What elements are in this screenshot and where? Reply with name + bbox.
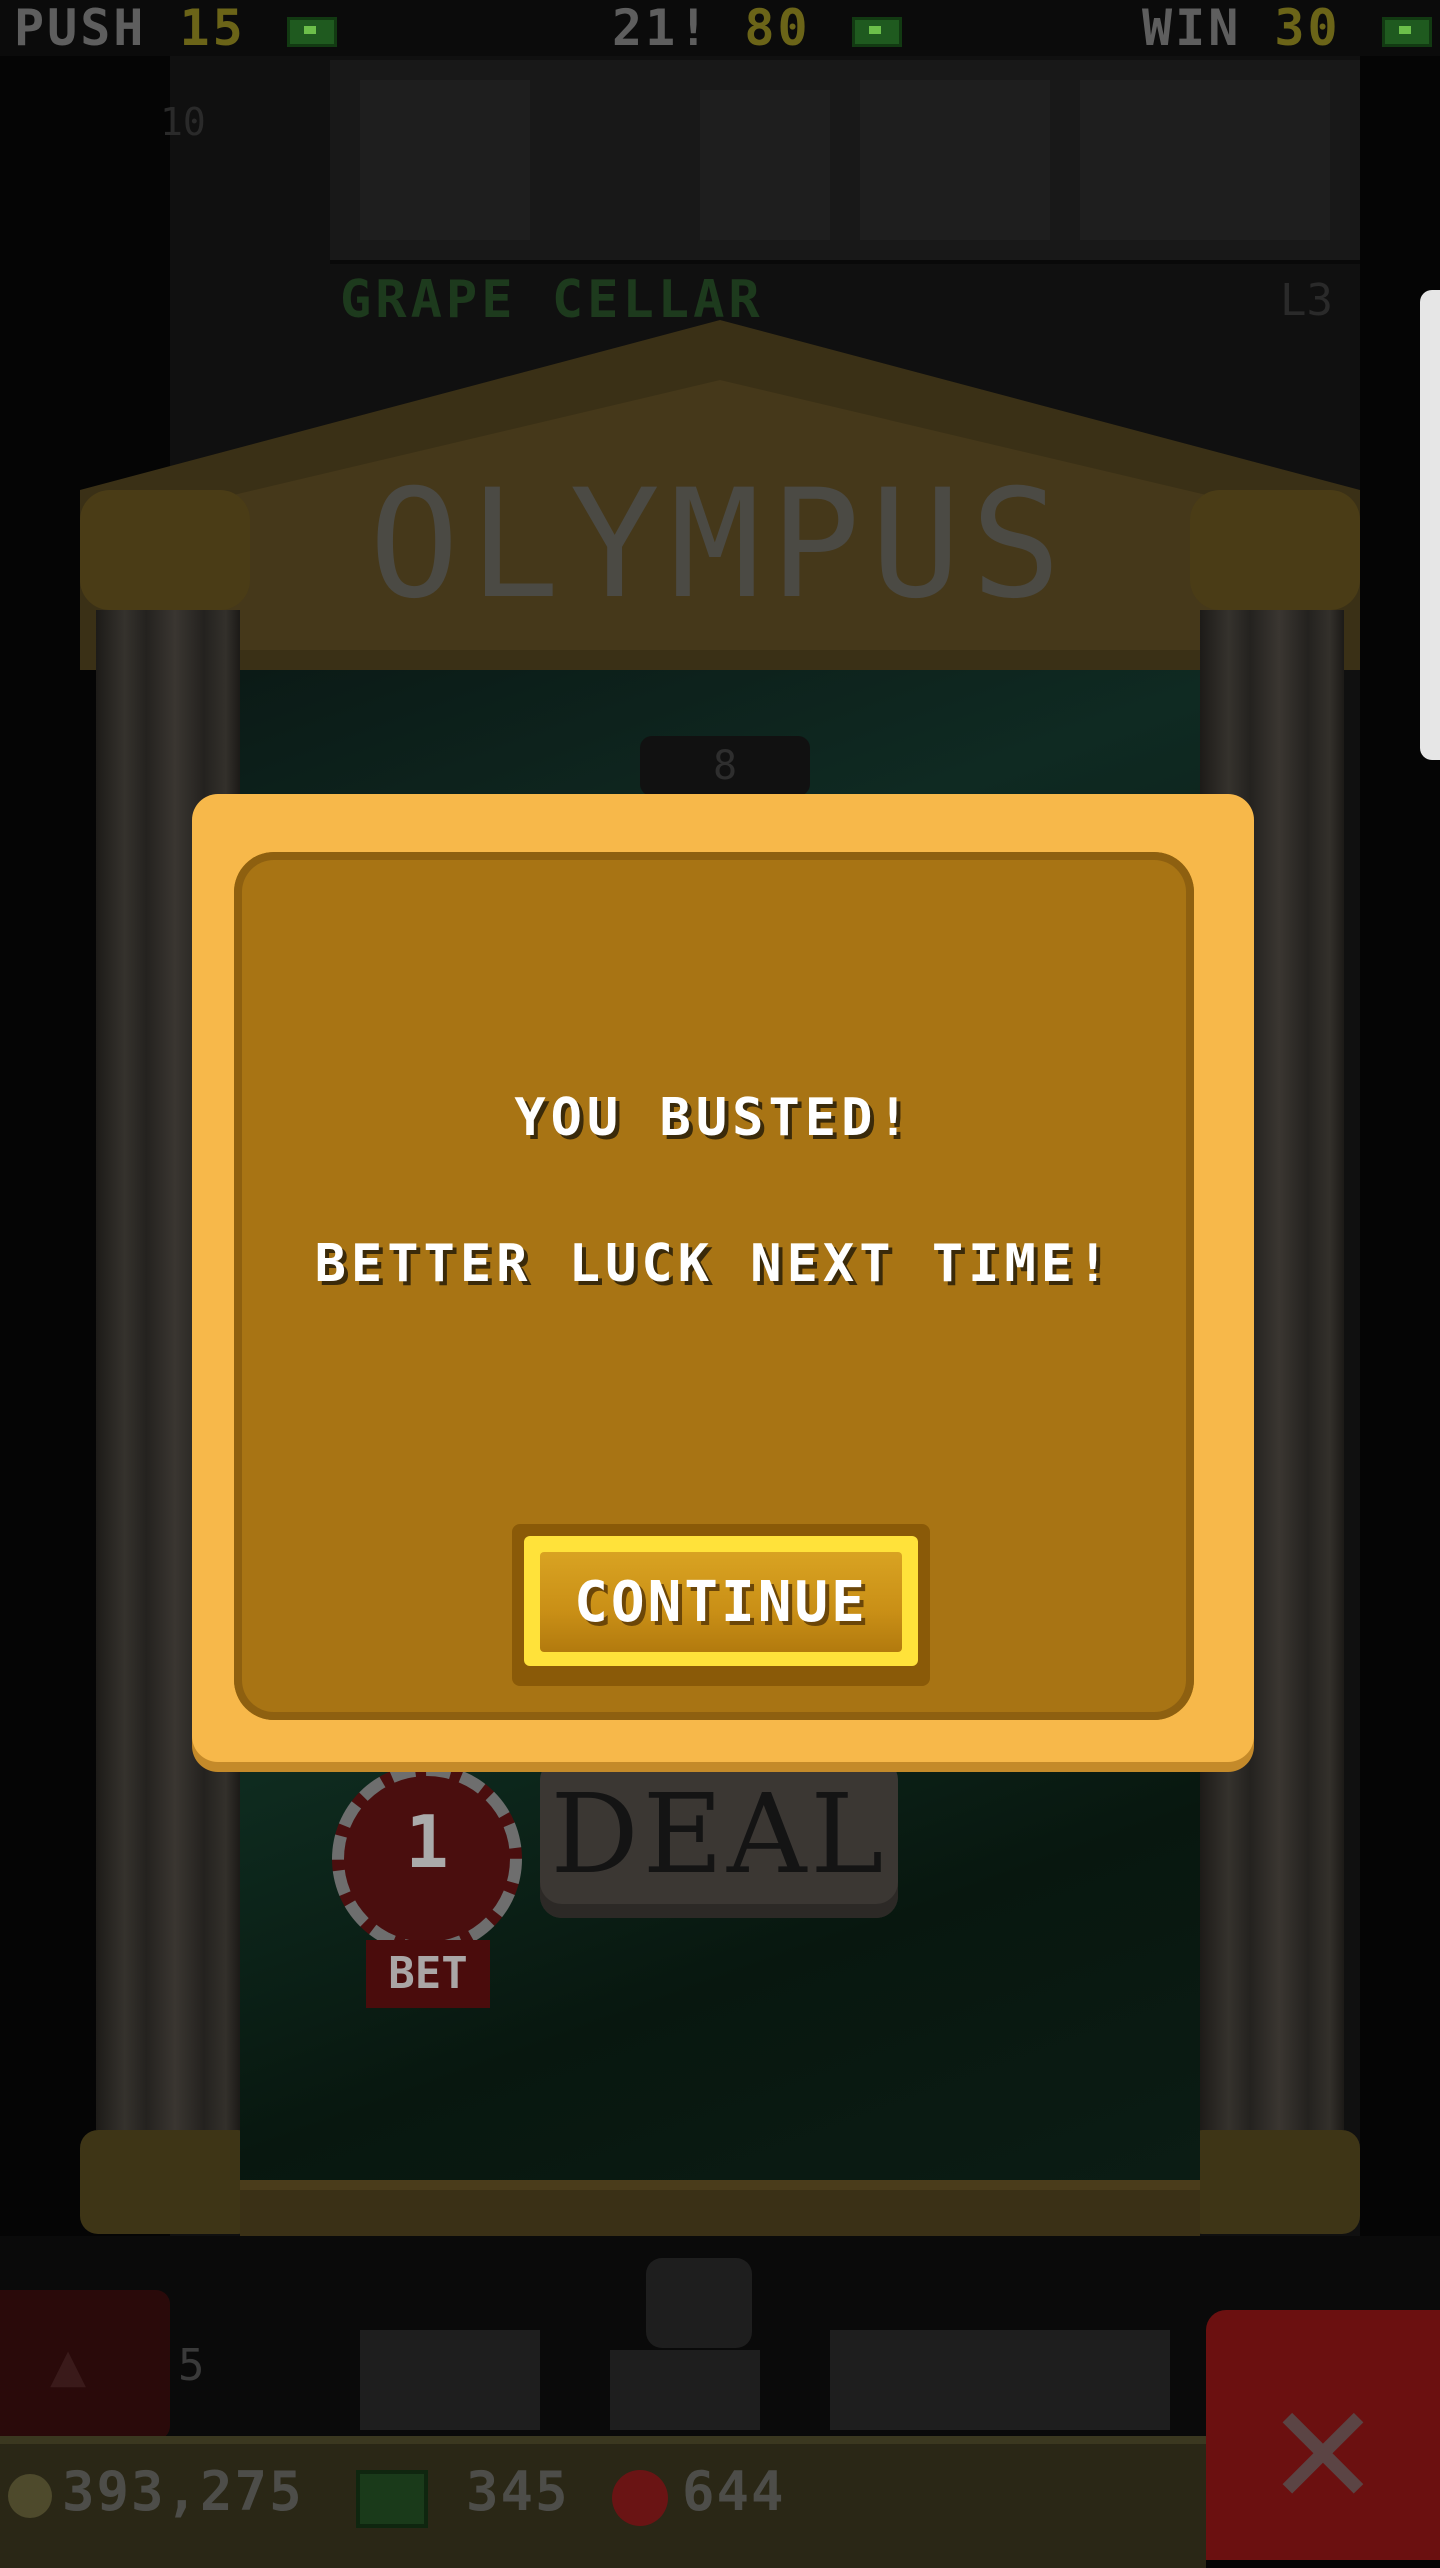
shelf-decor bbox=[860, 80, 1050, 240]
close-icon: ✕ bbox=[1271, 2346, 1375, 2544]
temple-base bbox=[240, 2180, 1200, 2244]
win-label: WIN bbox=[1142, 0, 1242, 57]
win-value: 30 bbox=[1274, 0, 1341, 57]
card-shoe: 8 bbox=[640, 736, 810, 796]
deal-label: DEAL bbox=[550, 1770, 888, 1898]
bitizen-figure bbox=[1080, 80, 1330, 240]
lobby-decor bbox=[360, 2330, 540, 2430]
pillar-base bbox=[80, 2130, 256, 2234]
push-value: 15 bbox=[179, 0, 246, 57]
floor-number: 10 bbox=[160, 100, 206, 144]
bux-icon bbox=[356, 2470, 428, 2528]
coin-icon bbox=[8, 2474, 52, 2518]
win-payout: WIN 30 bbox=[1142, 0, 1432, 56]
side-scroll-handle[interactable] bbox=[1420, 290, 1440, 760]
dialog-title: YOU BUSTED! bbox=[514, 1088, 914, 1148]
pillar-base bbox=[1184, 2130, 1360, 2234]
bux-count: 345 bbox=[466, 2460, 570, 2523]
floor-level: L3 bbox=[1280, 275, 1333, 326]
continue-button-label[interactable]: CONTINUE bbox=[524, 1570, 918, 1635]
lobby-count: 5 bbox=[178, 2340, 205, 2391]
push-payout: PUSH 15 bbox=[14, 0, 337, 56]
chip-value: 1 bbox=[405, 1800, 449, 1884]
gem-count: 644 bbox=[682, 2460, 786, 2523]
bet-label: BET bbox=[366, 1940, 490, 2008]
blackjack-label: 21! bbox=[612, 0, 712, 57]
speech-bubble-icon bbox=[646, 2258, 752, 2348]
coin-count: 393,275 bbox=[62, 2460, 304, 2523]
bux-icon bbox=[1381, 16, 1432, 47]
lobby-decor bbox=[610, 2350, 760, 2430]
bitizen-figure bbox=[360, 80, 530, 240]
push-label: PUSH bbox=[14, 0, 147, 57]
dialog-message: BETTER LUCK NEXT TIME! bbox=[314, 1234, 1114, 1294]
blackjack-value: 80 bbox=[744, 0, 811, 57]
gem-icon bbox=[612, 2470, 668, 2526]
bux-icon bbox=[851, 16, 902, 47]
bitizen-figure bbox=[700, 90, 830, 240]
lobby-decor bbox=[830, 2330, 1170, 2430]
olympus-sign: OLYMPUS bbox=[368, 458, 1072, 632]
bux-icon bbox=[286, 16, 337, 47]
blackjack-payout: 21! 80 bbox=[612, 0, 902, 56]
elevator-icon: ▲ bbox=[50, 2330, 87, 2400]
